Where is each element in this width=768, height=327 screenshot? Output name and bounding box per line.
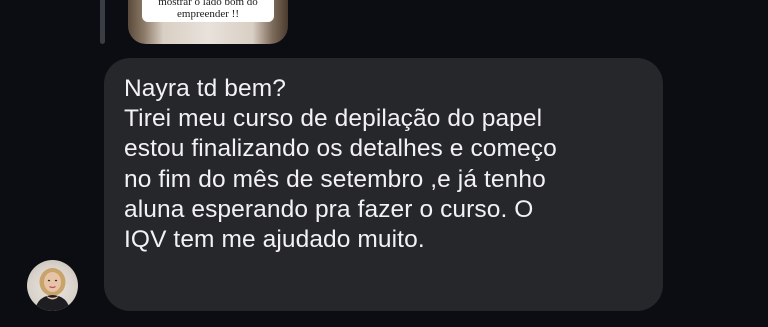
chat-thread: mostrar o lado bom do empreender !! Nayr… [0, 0, 768, 327]
message-line: Tirei meu curso de depilação do papel [124, 105, 543, 133]
message-line: no fim do mês de setembro ,e já tenho [124, 165, 546, 193]
profile-photo-icon [35, 268, 70, 311]
story-caption-line: empreender !! [177, 8, 239, 20]
message-line: Nayra td bem? [124, 75, 286, 102]
message-line: aluna esperando pra fazer o curso. O [124, 195, 534, 223]
message-bubble[interactable]: Nayra td bem? Tirei meu curso de depilaç… [104, 58, 663, 311]
message-line: IQV tem me ajudado muito. [124, 226, 425, 254]
replied-story-preview[interactable]: mostrar o lado bom do empreender !! [128, 0, 288, 44]
sender-avatar[interactable] [27, 260, 78, 311]
story-caption-card: mostrar o lado bom do empreender !! [142, 0, 274, 22]
reply-indicator-bar [100, 0, 105, 44]
story-caption-line: mostrar o lado bom do [158, 0, 258, 8]
message-line: estou finalizando os detalhes e começo [124, 135, 557, 163]
